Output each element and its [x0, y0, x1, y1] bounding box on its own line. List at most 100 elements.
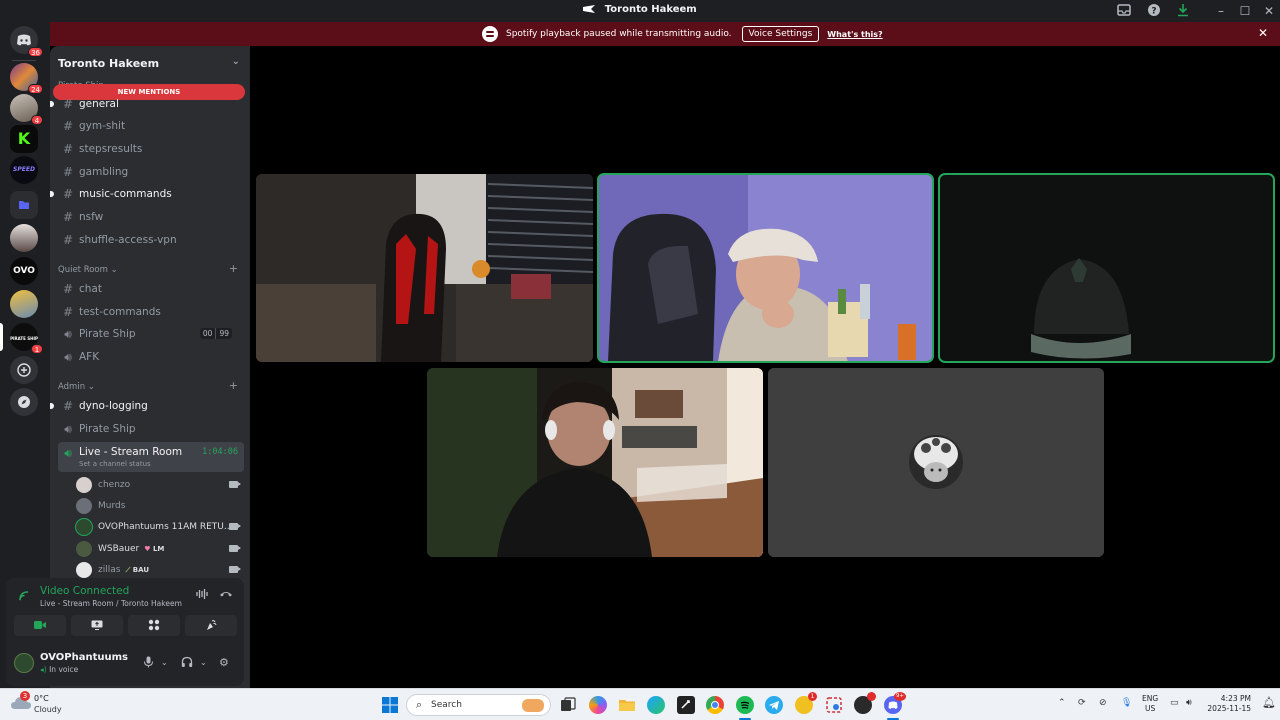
video-tile-3[interactable]: [938, 173, 1275, 363]
channel-gambling[interactable]: # gambling: [58, 162, 244, 182]
voice-settings-button[interactable]: Voice Settings: [741, 26, 820, 42]
headphones-icon[interactable]: [181, 656, 193, 671]
channel-stepsresults[interactable]: # stepsresults: [58, 139, 244, 159]
start-icon[interactable]: [381, 696, 399, 714]
system-clock[interactable]: 4:23 PM 2025-11-15: [1205, 694, 1251, 714]
video-tile-2[interactable]: [597, 173, 934, 363]
microphone-icon[interactable]: [143, 656, 154, 671]
add-server-button[interactable]: [10, 356, 38, 384]
volume-icon[interactable]: 🔊︎: [1186, 698, 1192, 708]
spotify-taskbar-icon[interactable]: [736, 696, 754, 714]
inbox-icon[interactable]: [1116, 3, 1132, 19]
server-icon-kick[interactable]: K: [10, 125, 38, 153]
create-channel-plus-icon[interactable]: +: [229, 379, 238, 392]
chevron-down-icon: ⌄: [87, 382, 95, 392]
server-folder[interactable]: [10, 191, 38, 219]
user-avatar[interactable]: [14, 653, 34, 673]
signal-icon[interactable]: [18, 590, 30, 605]
copilot-icon[interactable]: [589, 696, 607, 714]
network-icon[interactable]: ⊘: [1099, 698, 1107, 708]
microphone-tray-icon[interactable]: 🎙︎: [1121, 698, 1132, 708]
channel-label: Pirate Ship: [79, 328, 136, 340]
participant-wsbauer[interactable]: WSBauer ♥ LM: [76, 539, 242, 559]
display-icon[interactable]: ▭: [1170, 698, 1179, 708]
server-header[interactable]: Toronto Hakeem ⌄: [50, 46, 250, 80]
create-channel-plus-icon[interactable]: +: [229, 262, 238, 275]
user-name[interactable]: OVOPhantuums: [40, 652, 128, 663]
weather-widget[interactable]: 3: [10, 691, 32, 717]
discord-taskbar-icon[interactable]: 9+: [884, 692, 906, 714]
voice-location[interactable]: Live - Stream Room / Toronto Hakeem: [40, 599, 182, 608]
camera-button[interactable]: [14, 615, 66, 636]
notification-bell-icon[interactable]: 🔔︎: [1262, 696, 1276, 709]
channel-label: Live - Stream Room: [79, 446, 183, 458]
channel-label: gambling: [79, 166, 129, 178]
server-icon-6[interactable]: [10, 224, 38, 252]
channel-dyno-logging[interactable]: # dyno-logging: [50, 396, 244, 416]
help-icon[interactable]: ?: [1146, 3, 1162, 19]
chrome-icon[interactable]: [706, 696, 724, 714]
home-button[interactable]: 36: [10, 26, 43, 57]
channel-status[interactable]: Set a channel status: [79, 460, 151, 468]
category-admin[interactable]: Admin ⌄: [58, 382, 95, 392]
audio-options-chevron-icon[interactable]: ⌄: [200, 658, 207, 667]
discover-button[interactable]: [10, 388, 38, 416]
participant-murds[interactable]: Murds: [76, 496, 242, 516]
participant-zillas[interactable]: zillas ⟋ BAU: [76, 560, 242, 580]
hashtag-icon: #: [62, 142, 74, 156]
minimize-icon[interactable]: –: [1213, 3, 1229, 19]
channel-chat[interactable]: # chat: [58, 279, 244, 299]
taskbar-search[interactable]: ⌕ Search: [406, 694, 551, 716]
input-language[interactable]: ENG US: [1142, 694, 1158, 714]
server-icon-8[interactable]: [10, 290, 38, 318]
task-view-icon[interactable]: [559, 696, 577, 714]
server-icon-2[interactable]: 4: [10, 94, 43, 125]
voice-channel-pirate-ship-admin[interactable]: 🔊︎ Pirate Ship: [58, 419, 244, 439]
server-icon-1[interactable]: 24: [10, 63, 43, 94]
show-hidden-icons-chevron-icon[interactable]: ⌃: [1058, 698, 1066, 708]
telegram-icon[interactable]: [765, 696, 783, 714]
maximize-icon[interactable]: ☐: [1237, 3, 1253, 19]
channel-nsfw[interactable]: # nsfw: [58, 207, 244, 227]
server-icon-speed[interactable]: SPEED: [10, 156, 38, 184]
voice-channel-afk[interactable]: 🔊︎ AFK: [58, 347, 244, 367]
channel-music-commands[interactable]: # music-commands: [50, 184, 244, 204]
server-icon-ovo[interactable]: OVO: [10, 257, 38, 285]
channel-label: stepsresults: [79, 143, 143, 155]
file-explorer-icon[interactable]: [618, 696, 636, 714]
mic-options-chevron-icon[interactable]: ⌄: [161, 658, 168, 667]
close-window-icon[interactable]: ✕: [1261, 3, 1277, 19]
noise-suppression-icon[interactable]: [195, 588, 209, 603]
disconnect-icon[interactable]: [219, 588, 233, 603]
soundboard-button[interactable]: [185, 615, 237, 636]
voice-channel-pirate-ship[interactable]: 🔊︎ Pirate Ship 00 99: [58, 324, 244, 344]
participant-ovophantuums[interactable]: OVOPhantuums 11AM RETU...: [75, 517, 242, 537]
whats-this-link[interactable]: What's this?: [827, 30, 882, 39]
video-tile-5[interactable]: [768, 368, 1104, 557]
category-quiet-room[interactable]: Quiet Room ⌄: [58, 265, 118, 275]
sync-icon[interactable]: ⟳: [1078, 698, 1086, 708]
participant-chenzo[interactable]: chenzo: [76, 475, 242, 495]
channel-test-commands[interactable]: # test-commands: [58, 302, 244, 322]
server-1-badge: 24: [28, 84, 43, 94]
channel-gym-shit[interactable]: # gym-shit: [58, 116, 244, 136]
snipping-tool-icon[interactable]: [825, 696, 843, 714]
settings-gear-icon[interactable]: ⚙: [219, 656, 229, 669]
screen-share-button[interactable]: [71, 615, 123, 636]
voice-status[interactable]: Video Connected: [40, 585, 129, 597]
channel-shuffle-access-vpn[interactable]: # shuffle-access-vpn: [58, 230, 244, 250]
avatar: [76, 541, 92, 557]
close-notice-icon[interactable]: ✕: [1258, 26, 1268, 40]
video-tile-4[interactable]: [427, 368, 763, 557]
obs-icon[interactable]: [854, 692, 876, 714]
channel-general[interactable]: # general: [50, 94, 244, 114]
voice-channel-live-stream-room[interactable]: 🔊︎ Live - Stream Room 1:04:06 Set a chan…: [58, 442, 244, 472]
download-update-icon[interactable]: [1175, 3, 1191, 19]
app-icon-yellow[interactable]: 1: [795, 692, 817, 714]
video-tile-1[interactable]: [256, 174, 593, 362]
server-icon-pirate-ship[interactable]: PIRATE SHIP 1: [10, 323, 43, 354]
server-2-badge: 4: [31, 115, 43, 125]
activities-button[interactable]: [128, 615, 180, 636]
app-icon-black[interactable]: [677, 696, 695, 714]
edge-icon[interactable]: [647, 696, 665, 714]
